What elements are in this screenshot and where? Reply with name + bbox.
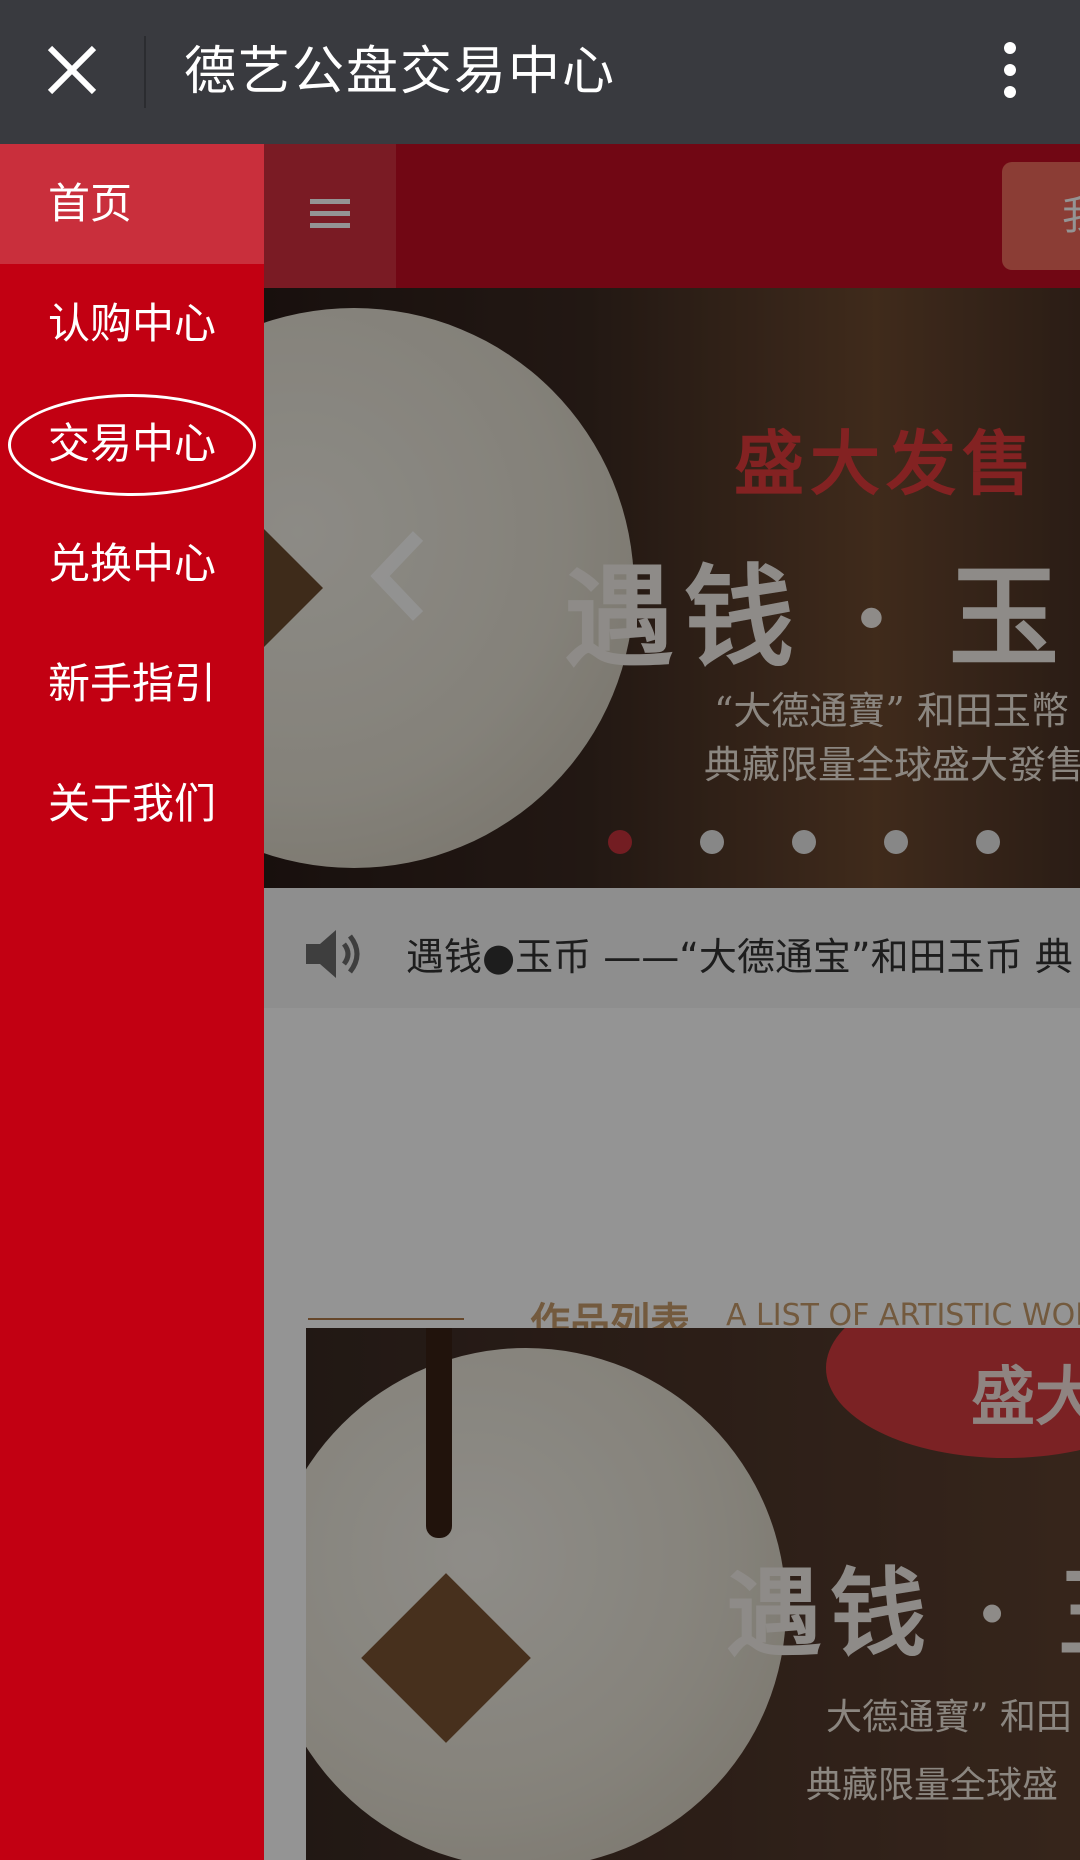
more-button[interactable] [980, 36, 1040, 108]
drawer-item-about[interactable]: 关于我们 [0, 744, 264, 864]
drawer-item-guide[interactable]: 新手指引 [0, 624, 264, 744]
title-bar: 德艺公盘交易中心 [0, 0, 1080, 144]
drawer-overlay[interactable] [264, 144, 1080, 1860]
drawer-item-exchange[interactable]: 兑换中心 [0, 504, 264, 624]
drawer-item-home[interactable]: 首页 [0, 144, 264, 264]
window-title: 德艺公盘交易中心 [184, 42, 617, 102]
title-divider [144, 36, 146, 108]
more-vertical-icon [1000, 38, 1020, 106]
close-icon [44, 42, 100, 102]
side-drawer: 首页 认购中心 交易中心 兑换中心 新手指引 关于我们 [0, 144, 264, 1860]
trade-highlight-circle [8, 394, 256, 496]
drawer-item-subscribe[interactable]: 认购中心 [0, 264, 264, 384]
close-button[interactable] [36, 36, 108, 108]
